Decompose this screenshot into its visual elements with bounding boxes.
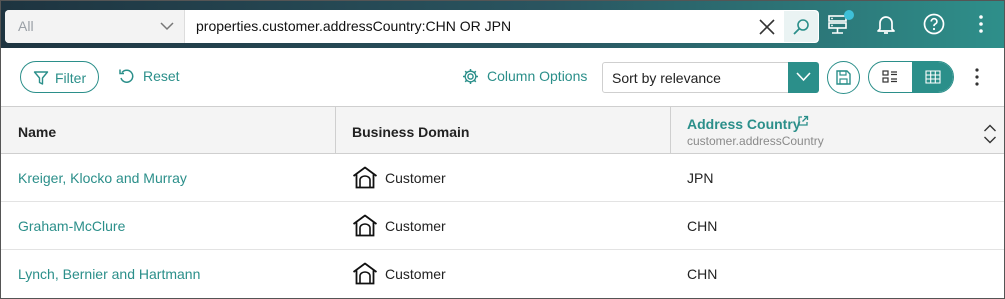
search-bar: All properties.customer.addressCountry:C… — [5, 10, 819, 43]
search-button[interactable] — [784, 11, 818, 42]
reset-icon — [119, 69, 134, 83]
search-scope-value: All — [18, 18, 34, 34]
house-icon — [352, 214, 378, 237]
save-search-button[interactable] — [827, 61, 860, 94]
sort-select[interactable]: Sort by relevance — [602, 62, 819, 93]
chevron-down-icon — [796, 72, 811, 82]
search-scope-select[interactable]: All — [5, 10, 185, 43]
results-table: Name Business Domain Address Country cus… — [0, 106, 1005, 299]
row-name-link[interactable]: Graham-McClure — [18, 218, 125, 234]
filter-icon — [33, 71, 49, 85]
search-icon — [793, 19, 809, 35]
external-link-icon[interactable] — [797, 115, 809, 127]
clear-icon[interactable] — [758, 18, 776, 36]
domain-label: Customer — [385, 266, 446, 282]
help-icon[interactable] — [922, 12, 946, 36]
table-row[interactable]: Lynch, Bernier and Hartmann Customer CHN — [1, 250, 1004, 298]
column-label-link[interactable]: Address Country — [687, 116, 801, 132]
list-view-button[interactable] — [869, 62, 912, 92]
search-input[interactable]: properties.customer.addressCountry:CHN O… — [196, 18, 511, 34]
sort-arrows-icon[interactable] — [983, 123, 997, 145]
reset-label: Reset — [143, 68, 180, 84]
row-country: CHN — [687, 218, 718, 234]
table-header: Name Business Domain Address Country cus… — [1, 106, 1004, 154]
results-toolbar: Filter Reset Column Options Sort by rele… — [0, 48, 1005, 106]
sort-dropdown-button[interactable] — [788, 62, 819, 93]
column-header-name[interactable]: Name — [1, 107, 336, 154]
filter-button[interactable]: Filter — [20, 61, 99, 93]
table-row[interactable]: Kreiger, Klocko and Murray Customer JPN — [1, 154, 1004, 202]
view-toggle — [868, 61, 954, 93]
bell-icon[interactable] — [874, 12, 898, 36]
table-view-button[interactable] — [912, 62, 953, 92]
house-icon — [352, 166, 378, 189]
column-label: Name — [18, 124, 57, 140]
table-row[interactable]: Graham-McClure Customer CHN — [1, 202, 1004, 250]
row-country: CHN — [687, 266, 718, 282]
filter-label: Filter — [55, 70, 87, 86]
column-sublabel: customer.addressCountry — [687, 134, 824, 148]
house-icon — [352, 262, 378, 285]
column-options-label: Column Options — [487, 68, 588, 84]
column-header-address-country[interactable]: Address Country customer.addressCountry — [671, 107, 1004, 154]
gear-icon — [463, 69, 478, 84]
column-label: Business Domain — [352, 124, 470, 140]
domain-label: Customer — [385, 170, 446, 186]
more-vertical-icon[interactable] — [971, 67, 983, 87]
notification-dot — [844, 10, 854, 20]
row-name-link[interactable]: Lynch, Bernier and Hartmann — [18, 266, 200, 282]
sort-select-value: Sort by relevance — [612, 70, 721, 86]
list-view-icon — [882, 70, 897, 83]
row-country: JPN — [687, 170, 714, 186]
top-bar: All properties.customer.addressCountry:C… — [0, 0, 1005, 48]
save-icon — [836, 70, 851, 85]
more-vertical-icon[interactable] — [969, 12, 993, 36]
column-header-business-domain[interactable]: Business Domain — [336, 107, 671, 154]
grid-view-icon — [925, 70, 941, 84]
row-name-link[interactable]: Kreiger, Klocko and Murray — [18, 170, 187, 186]
domain-label: Customer — [385, 218, 446, 234]
chevron-down-icon — [160, 22, 174, 31]
